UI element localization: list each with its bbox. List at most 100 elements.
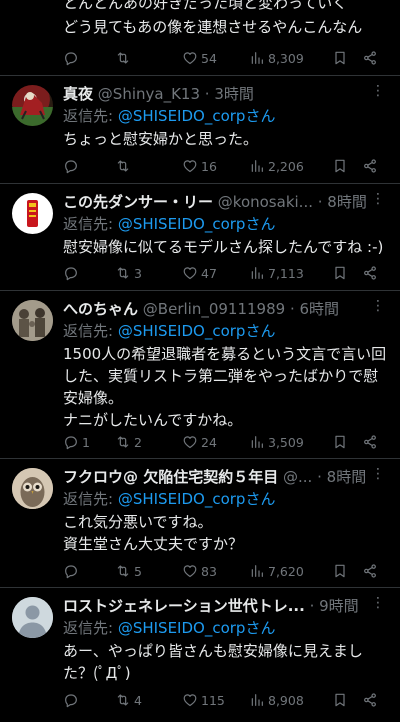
- reply-to-prefix: 返信先:: [63, 322, 118, 340]
- tweet-lostgen[interactable]: ロストジェネレーション世代トレ... · 9時間 ⋮ 返信先: @SHISEID…: [0, 588, 400, 722]
- like-button[interactable]: 47: [182, 265, 249, 281]
- like-button[interactable]: 115: [182, 692, 249, 708]
- more-icon[interactable]: ⋮: [370, 596, 386, 616]
- user-handle[interactable]: @Shinya_K13: [98, 85, 200, 103]
- retweet-icon: [115, 434, 131, 450]
- retweet-button[interactable]: [115, 158, 182, 174]
- views-button[interactable]: 8,309: [249, 50, 332, 66]
- views-button[interactable]: 7,620: [249, 563, 332, 579]
- bookmark-button[interactable]: [332, 158, 362, 174]
- bookmark-button[interactable]: [332, 265, 362, 281]
- share-icon: [362, 265, 378, 281]
- views-icon: [249, 50, 265, 66]
- tweet-time[interactable]: · 3時間: [205, 85, 254, 103]
- user-handle[interactable]: @...: [283, 468, 312, 486]
- retweet-button[interactable]: [115, 50, 182, 66]
- avatar[interactable]: [12, 85, 53, 126]
- reply-to: 返信先: @SHISEIDO_corpさん: [63, 618, 275, 638]
- share-button[interactable]: [362, 158, 382, 174]
- bookmark-icon: [332, 563, 348, 579]
- retweet-button[interactable]: 2: [115, 434, 182, 450]
- tweet-konosaki[interactable]: この先ダンサー・リー @konosaki... · 8時間 ⋮ 返信先: @SH…: [0, 184, 400, 290]
- more-icon[interactable]: ⋮: [370, 84, 386, 104]
- top-tweet-actions: 54 8,309: [63, 47, 390, 69]
- user-name[interactable]: この先ダンサー・リー: [63, 193, 213, 211]
- like-button[interactable]: 83: [182, 563, 249, 579]
- reply-button[interactable]: [63, 265, 115, 281]
- tweet-time[interactable]: · 8時間: [318, 193, 367, 211]
- heart-icon: [182, 692, 198, 708]
- tweet-body: ちょっと慰安婦かと思った。: [63, 128, 382, 150]
- reply-to-prefix: 返信先:: [63, 215, 118, 233]
- heart-icon: [182, 50, 198, 66]
- share-icon: [362, 50, 378, 66]
- avatar[interactable]: [12, 300, 53, 341]
- avatar[interactable]: [12, 597, 53, 638]
- reply-button[interactable]: 1: [63, 434, 115, 450]
- tweet-time[interactable]: · 8時間: [317, 468, 366, 486]
- views-button[interactable]: 3,509: [249, 434, 332, 450]
- mention-link[interactable]: @SHISEIDO_corpさん: [118, 215, 276, 233]
- more-icon[interactable]: ⋮: [370, 467, 386, 487]
- user-handle[interactable]: @konosaki...: [218, 193, 313, 211]
- share-button[interactable]: [362, 434, 382, 450]
- mention-link[interactable]: @SHISEIDO_corpさん: [118, 619, 276, 637]
- retweet-button[interactable]: 5: [115, 563, 182, 579]
- heart-icon: [182, 563, 198, 579]
- tweet-text-line: 慰安婦像に似てるモデルさん探したんですね :-): [63, 238, 384, 256]
- like-count: 115: [201, 692, 225, 708]
- retweet-button[interactable]: 3: [115, 265, 182, 281]
- tweet-header: この先ダンサー・リー @konosaki... · 8時間: [63, 192, 370, 212]
- tweet-body: 1500人の希望退職者を募るという文言で言い回 した、実質リストラ第二弾をやった…: [63, 343, 386, 431]
- views-button[interactable]: 8,908: [249, 692, 332, 708]
- views-icon: [249, 563, 265, 579]
- reply-button[interactable]: [63, 158, 115, 174]
- avatar[interactable]: [12, 193, 53, 234]
- reply-button[interactable]: [63, 50, 115, 66]
- like-button[interactable]: 24: [182, 434, 249, 450]
- tweet-text-line: あー、やっぱり皆さんも慰安婦像に見えまし: [63, 642, 363, 660]
- more-icon[interactable]: ⋮: [370, 192, 386, 212]
- user-handle[interactable]: @Berlin_09111989: [143, 300, 285, 318]
- user-name[interactable]: ロストジェネレーション世代トレ...: [63, 597, 305, 615]
- mention-link[interactable]: @SHISEIDO_corpさん: [118, 107, 276, 125]
- reply-button[interactable]: [63, 692, 115, 708]
- reply-icon: [63, 563, 79, 579]
- views-icon: [249, 158, 265, 174]
- user-name[interactable]: フクロウ@ 欠陥住宅契約５年目: [63, 468, 278, 486]
- tweet-fukurou[interactable]: フクロウ@ 欠陥住宅契約５年目 @... · 8時間 ⋮ 返信先: @SHISE…: [0, 459, 400, 587]
- views-button[interactable]: 7,113: [249, 265, 332, 281]
- user-name[interactable]: へのちゃん: [63, 300, 138, 318]
- tweet-time[interactable]: · 9時間: [310, 597, 359, 615]
- retweet-button[interactable]: 4: [115, 692, 182, 708]
- default-avatar-icon: [12, 597, 53, 638]
- user-name[interactable]: 真夜: [63, 85, 93, 103]
- reply-button[interactable]: [63, 563, 115, 579]
- more-icon[interactable]: ⋮: [370, 299, 386, 319]
- bookmark-button[interactable]: [332, 563, 362, 579]
- tweet-text-line: ちょっと慰安婦かと思った。: [63, 130, 259, 148]
- share-button[interactable]: [362, 692, 382, 708]
- mention-link[interactable]: @SHISEIDO_corpさん: [118, 490, 276, 508]
- bookmark-button[interactable]: [332, 692, 362, 708]
- bookmark-button[interactable]: [332, 434, 362, 450]
- tweet-time[interactable]: · 6時間: [290, 300, 339, 318]
- reply-icon: [63, 158, 79, 174]
- views-button[interactable]: 2,206: [249, 158, 332, 174]
- tweet-text-line: した、実質リストラ第二弾をやったばかりで慰: [63, 367, 379, 385]
- like-button[interactable]: 16: [182, 158, 249, 174]
- reply-to-prefix: 返信先:: [63, 107, 118, 125]
- share-button[interactable]: [362, 265, 382, 281]
- heart-icon: [182, 265, 198, 281]
- share-button[interactable]: [362, 50, 382, 66]
- mention-link[interactable]: @SHISEIDO_corpさん: [118, 322, 276, 340]
- share-icon: [362, 434, 378, 450]
- share-button[interactable]: [362, 563, 382, 579]
- top-tweet-text-line-1: とんとんあの好きだった頃と変わっていく: [63, 0, 348, 12]
- avatar[interactable]: [12, 468, 53, 509]
- tweet-shinya[interactable]: 真夜 @Shinya_K13 · 3時間 ⋮ 返信先: @SHISEIDO_co…: [0, 76, 400, 183]
- avatar-image: [12, 300, 53, 341]
- tweet-berlin[interactable]: へのちゃん @Berlin_09111989 · 6時間 ⋮ 返信先: @SHI…: [0, 291, 400, 458]
- like-button[interactable]: 54: [182, 50, 249, 66]
- bookmark-button[interactable]: [332, 50, 362, 66]
